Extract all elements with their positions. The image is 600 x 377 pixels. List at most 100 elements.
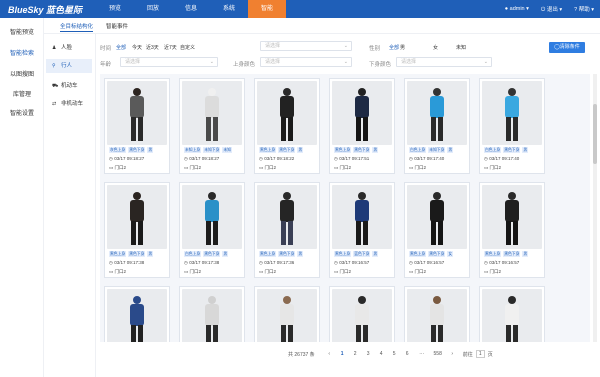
attribute-tag: 白色上身 bbox=[409, 147, 427, 153]
target-type-item[interactable]: ♟ 人脸 bbox=[46, 41, 92, 55]
attribute-tag: 黑色上身 bbox=[334, 251, 352, 257]
sidebar-item[interactable]: 库管理 bbox=[0, 89, 44, 98]
gender-option[interactable]: 女 bbox=[433, 44, 438, 51]
attribute-tag: 黑色下身 bbox=[128, 147, 146, 153]
attribute-tag: 未知下身 bbox=[428, 147, 446, 153]
attribute-tag: 黑色下身 bbox=[503, 147, 521, 153]
sub-tab[interactable]: 全目标结构化 bbox=[60, 22, 94, 32]
page-number[interactable]: 558 bbox=[430, 351, 446, 357]
page-number[interactable]: 5 bbox=[388, 351, 401, 357]
next-page-button[interactable]: › bbox=[446, 351, 459, 357]
sidebar-item[interactable]: 智能预览 bbox=[0, 27, 44, 36]
target-type-item[interactable]: ⚲ 行人 bbox=[46, 59, 92, 73]
attribute-tag: 男 bbox=[372, 251, 379, 257]
pedestrian-photo[interactable] bbox=[482, 81, 542, 145]
result-card[interactable] bbox=[479, 286, 545, 342]
pedestrian-photo[interactable] bbox=[332, 185, 392, 249]
pedestrian-photo[interactable] bbox=[107, 81, 167, 145]
goto-label: 前往 bbox=[462, 351, 473, 358]
target-type-item[interactable]: ⇄ 非机动车 bbox=[46, 97, 92, 111]
result-card[interactable]: 白色上身 黑色下身男 ◷ 03/17 09:17:40 ▭ 门口2 bbox=[479, 78, 545, 174]
capture-time: ◷ 03/17 09:18:27 bbox=[184, 156, 219, 162]
page-number[interactable]: 2 bbox=[349, 351, 362, 357]
gender-option[interactable]: 全部 bbox=[389, 44, 399, 51]
time-option[interactable]: 自定义 bbox=[180, 44, 195, 51]
result-card[interactable] bbox=[104, 286, 170, 342]
person-figure bbox=[280, 296, 294, 342]
result-card[interactable]: 黑色上身 蓝色下身男 ◷ 03/17 09:16:57 ▭ 门口2 bbox=[329, 182, 395, 278]
result-card[interactable]: 黑色上身 黑色下身男 ◷ 03/17 09:16:57 ▭ 门口2 bbox=[479, 182, 545, 278]
page-number[interactable]: 6 bbox=[401, 351, 414, 357]
sidebar-item[interactable]: 智能检索 bbox=[0, 48, 44, 57]
result-card[interactable]: 黑色上身 黑色下身男 ◷ 03/17 09:17:38 ▭ 门口2 bbox=[104, 182, 170, 278]
pedestrian-photo[interactable] bbox=[332, 81, 392, 145]
attribute-tag: 白色上身 bbox=[484, 147, 502, 153]
pedestrian-photo[interactable] bbox=[182, 185, 242, 249]
prev-page-button[interactable]: ‹ bbox=[323, 351, 336, 357]
pedestrian-photo[interactable] bbox=[482, 185, 542, 249]
help-menu[interactable]: ? 帮助 ▾ bbox=[574, 5, 594, 13]
pedestrian-photo[interactable] bbox=[407, 185, 467, 249]
exit-menu[interactable]: ⏻ 退出 ▾ bbox=[541, 5, 562, 14]
page-number[interactable]: 4 bbox=[375, 351, 388, 357]
nav-tab[interactable]: 预览 bbox=[96, 0, 134, 18]
sub-tab[interactable]: 智能事件 bbox=[106, 22, 128, 30]
pedestrian-photo[interactable] bbox=[407, 289, 467, 342]
page-number[interactable]: ··· bbox=[414, 351, 430, 357]
channel-select[interactable]: 请选择 ⌄ bbox=[260, 41, 352, 51]
attribute-tags: 白色上身 黑色下身男 bbox=[184, 251, 244, 257]
result-card[interactable]: 白色上身 未知下身男 ◷ 03/17 09:17:40 ▭ 门口2 bbox=[404, 78, 470, 174]
result-card[interactable]: 未知上身 未知下身 未知 ◷ 03/17 09:18:27 ▭ 门口2 bbox=[179, 78, 245, 174]
upper-color-select[interactable]: 请选择 ⌄ bbox=[260, 57, 352, 67]
pedestrian-photo[interactable] bbox=[257, 185, 317, 249]
nav-tab[interactable]: 系统 bbox=[210, 0, 248, 18]
page-number[interactable]: 3 bbox=[362, 351, 375, 357]
sidebar-item[interactable]: 以图搜图 bbox=[0, 69, 44, 78]
nav-tab[interactable]: 回放 bbox=[134, 0, 172, 18]
capture-time: ◷ 03/17 09:17:40 bbox=[409, 156, 444, 162]
gender-option[interactable]: 未知 bbox=[456, 44, 466, 51]
page-number[interactable]: 1 bbox=[336, 351, 349, 357]
pedestrian-photo[interactable] bbox=[107, 289, 167, 342]
result-card[interactable] bbox=[254, 286, 320, 342]
pedestrian-photo[interactable] bbox=[257, 289, 317, 342]
result-card[interactable]: 黑色上身 黑色下身男 ◷ 03/17 09:17:51 ▭ 门口2 bbox=[329, 78, 395, 174]
result-card[interactable]: 黑色上身 黑色下身男 ◷ 03/17 09:18:22 ▭ 门口2 bbox=[254, 78, 320, 174]
attribute-tags: 黑色上身 黑色下身男 bbox=[334, 147, 394, 153]
pedestrian-photo[interactable] bbox=[257, 81, 317, 145]
result-card[interactable]: 黑色上身 黑色下身女 ◷ 03/17 09:16:57 ▭ 门口2 bbox=[404, 182, 470, 278]
user-menu[interactable]: ● admin ▾ bbox=[505, 6, 529, 12]
time-option[interactable]: 近7天 bbox=[164, 44, 177, 51]
pedestrian-photo[interactable] bbox=[182, 289, 242, 342]
capture-location-value: 门口2 bbox=[339, 269, 352, 274]
target-type-item[interactable]: ⛟ 机动车 bbox=[46, 79, 92, 93]
results-scrollbar[interactable] bbox=[593, 74, 597, 342]
capture-time: ◷ 03/17 09:18:27 bbox=[109, 156, 144, 162]
pedestrian-photo[interactable] bbox=[107, 185, 167, 249]
time-option[interactable]: 今天 bbox=[132, 44, 142, 51]
goto-page-input[interactable]: 1 bbox=[475, 350, 485, 358]
time-label: 时间 bbox=[100, 46, 112, 52]
pedestrian-photo[interactable] bbox=[182, 81, 242, 145]
result-card[interactable]: 灰色上身 黑色下身男 ◷ 03/17 09:18:27 ▭ 门口2 bbox=[104, 78, 170, 174]
gender-option[interactable]: 男 bbox=[400, 44, 405, 51]
time-option[interactable]: 全部 bbox=[116, 44, 126, 51]
result-card[interactable] bbox=[404, 286, 470, 342]
clear-filters-button[interactable]: ◯清除条件 bbox=[549, 42, 585, 53]
scrollbar-thumb[interactable] bbox=[593, 104, 597, 164]
attribute-tags: 白色上身 黑色下身男 bbox=[484, 147, 544, 153]
pedestrian-photo[interactable] bbox=[407, 81, 467, 145]
pedestrian-photo[interactable] bbox=[482, 289, 542, 342]
lower-color-select[interactable]: 请选择 ⌄ bbox=[396, 57, 492, 67]
result-card[interactable] bbox=[329, 286, 395, 342]
pedestrian-photo[interactable] bbox=[332, 289, 392, 342]
nav-tab[interactable]: 智能 bbox=[248, 0, 286, 18]
time-option[interactable]: 近3天 bbox=[146, 44, 159, 51]
capture-location-value: 门口2 bbox=[189, 269, 202, 274]
sidebar-item[interactable]: 智能设置 bbox=[0, 108, 44, 117]
nav-tab[interactable]: 信息 bbox=[172, 0, 210, 18]
result-card[interactable] bbox=[179, 286, 245, 342]
result-card[interactable]: 黑色上身 黑色下身男 ◷ 03/17 09:17:36 ▭ 门口2 bbox=[254, 182, 320, 278]
age-select[interactable]: 请选择 ⌄ bbox=[120, 57, 218, 67]
result-card[interactable]: 白色上身 黑色下身男 ◷ 03/17 09:17:38 ▭ 门口2 bbox=[179, 182, 245, 278]
